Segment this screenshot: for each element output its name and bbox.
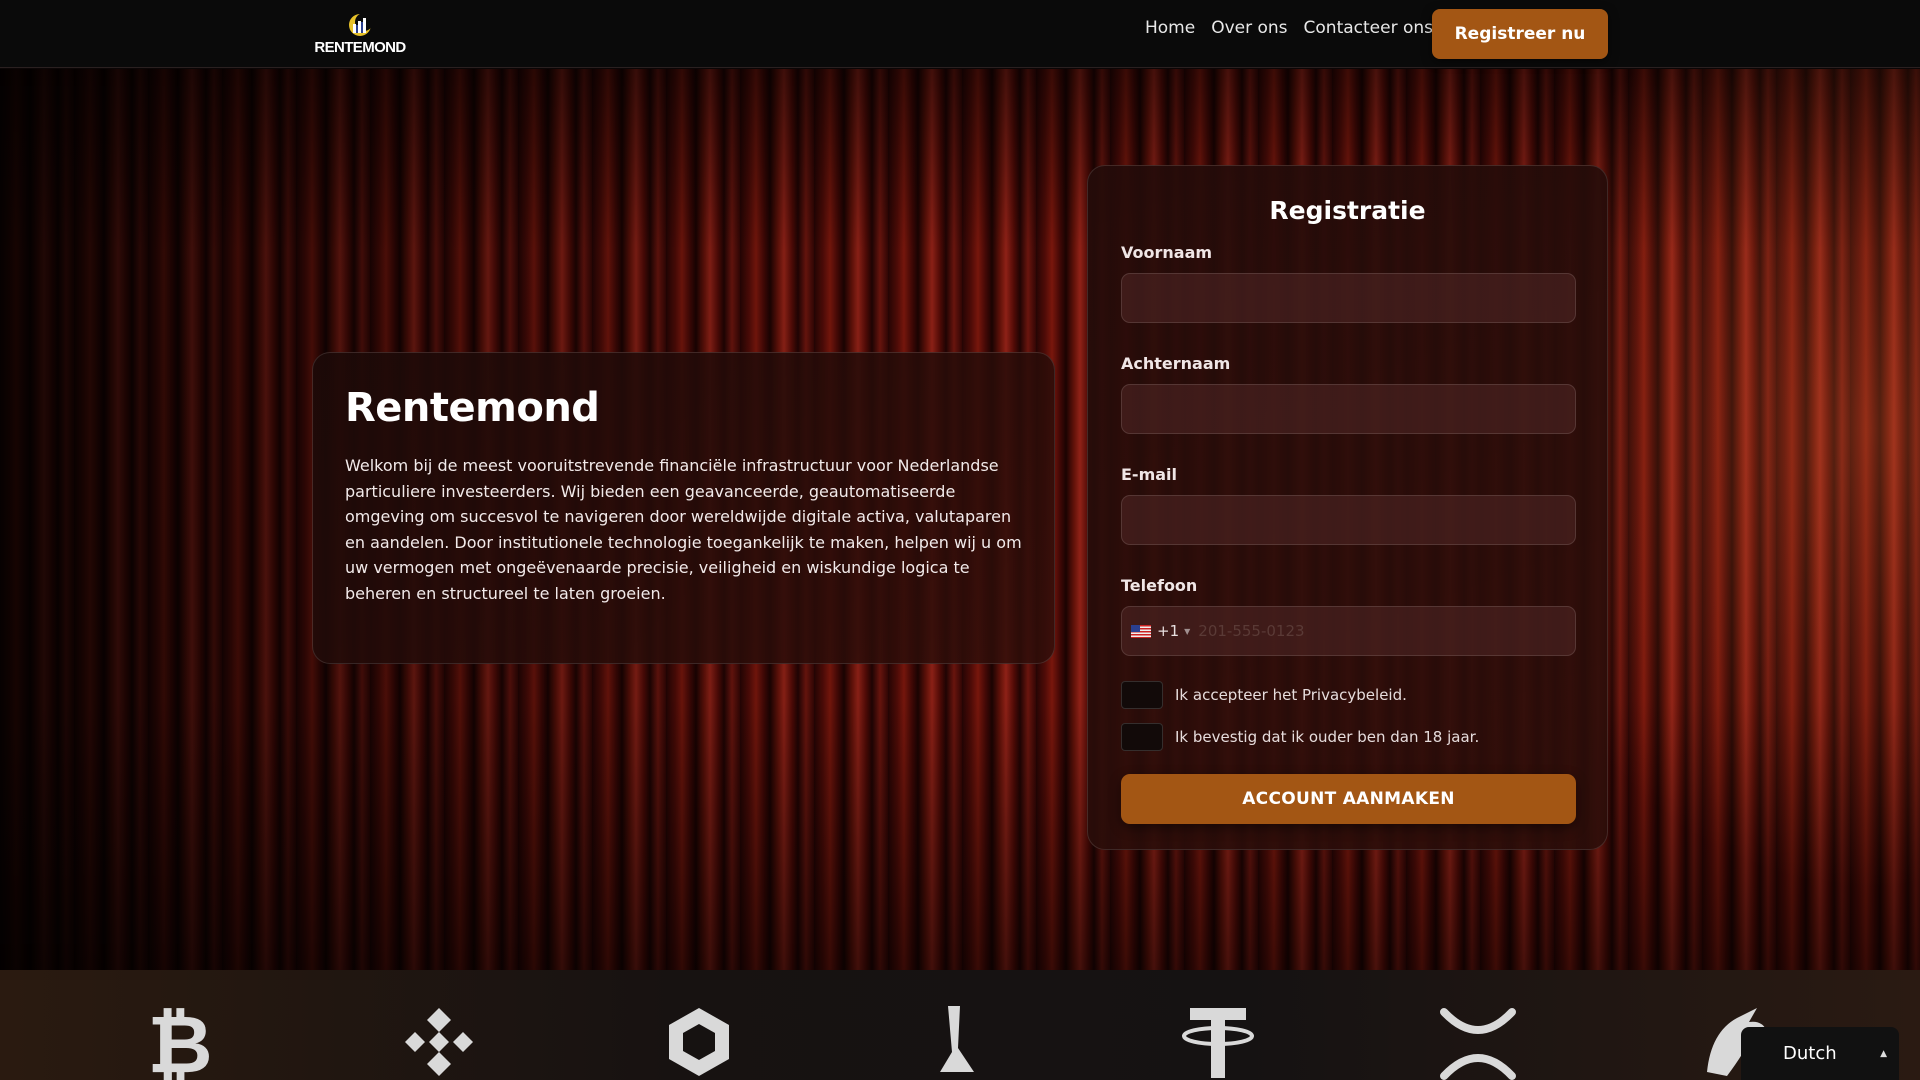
chevron-up-icon: ▲	[1880, 1049, 1887, 1059]
age-consent-row: Ik bevestig dat ik ouder ben dan 18 jaar…	[1121, 722, 1574, 751]
nav-home[interactable]: Home	[1145, 18, 1195, 38]
register-now-button[interactable]: Registreer nu	[1432, 9, 1608, 59]
bitcoin-icon: ₿	[140, 998, 220, 1080]
lisk-icon	[918, 1002, 998, 1080]
nav-contact[interactable]: Contacteer ons	[1304, 18, 1433, 38]
intro-text: Welkom bij de meest vooruitstrevende fin…	[345, 456, 1022, 603]
privacy-checkbox[interactable]	[1121, 680, 1163, 709]
crypto-ticker: ₿	[0, 970, 1920, 1080]
registration-form: Registratie Voornaam Achternaam E-mail T…	[1087, 165, 1608, 850]
nav-about[interactable]: Over ons	[1211, 18, 1287, 38]
privacy-label: Ik accepteer het Privacybeleid.	[1175, 685, 1407, 704]
first-name-label: Voornaam	[1121, 243, 1213, 262]
email-label: E-mail	[1121, 465, 1178, 484]
language-label: Dutch	[1783, 1043, 1837, 1064]
tether-icon	[1178, 1002, 1258, 1080]
registration-title: Registratie	[1269, 196, 1426, 225]
first-name-input[interactable]	[1121, 273, 1576, 323]
logo-moon-icon	[349, 13, 373, 36]
phone-label: Telefoon	[1121, 576, 1198, 595]
brand-logo[interactable]: RENTEMOND	[312, 12, 408, 58]
main-nav: Home Over ons Contacteer ons	[1145, 18, 1433, 38]
chainlink-icon	[659, 1002, 739, 1080]
phone-field: +1 ▼	[1121, 606, 1576, 656]
last-name-input[interactable]	[1121, 384, 1576, 434]
top-header: RENTEMOND Home Over ons Contacteer ons R…	[0, 0, 1920, 68]
svg-text:₿: ₿	[147, 1002, 212, 1080]
intro-card: Rentemond Welkom bij de meest vooruitstr…	[312, 352, 1055, 664]
language-selector[interactable]: Dutch ▲	[1741, 1027, 1899, 1080]
binance-icon	[399, 1002, 479, 1080]
create-account-button[interactable]: ACCOUNT AANMAKEN	[1121, 774, 1576, 824]
logo-text: RENTEMOND	[314, 39, 406, 56]
phone-input[interactable]	[1190, 607, 1575, 655]
age-label: Ik bevestig dat ik ouder ben dan 18 jaar…	[1175, 727, 1480, 746]
us-flag-icon[interactable]	[1131, 624, 1151, 638]
age-checkbox[interactable]	[1121, 722, 1163, 751]
intro-title: Rentemond	[345, 385, 600, 431]
email-input[interactable]	[1121, 495, 1576, 545]
xrp-icon	[1438, 1002, 1518, 1080]
privacy-consent-row: Ik accepteer het Privacybeleid.	[1121, 680, 1574, 709]
country-code-select[interactable]: +1	[1157, 622, 1179, 640]
last-name-label: Achternaam	[1121, 354, 1231, 373]
